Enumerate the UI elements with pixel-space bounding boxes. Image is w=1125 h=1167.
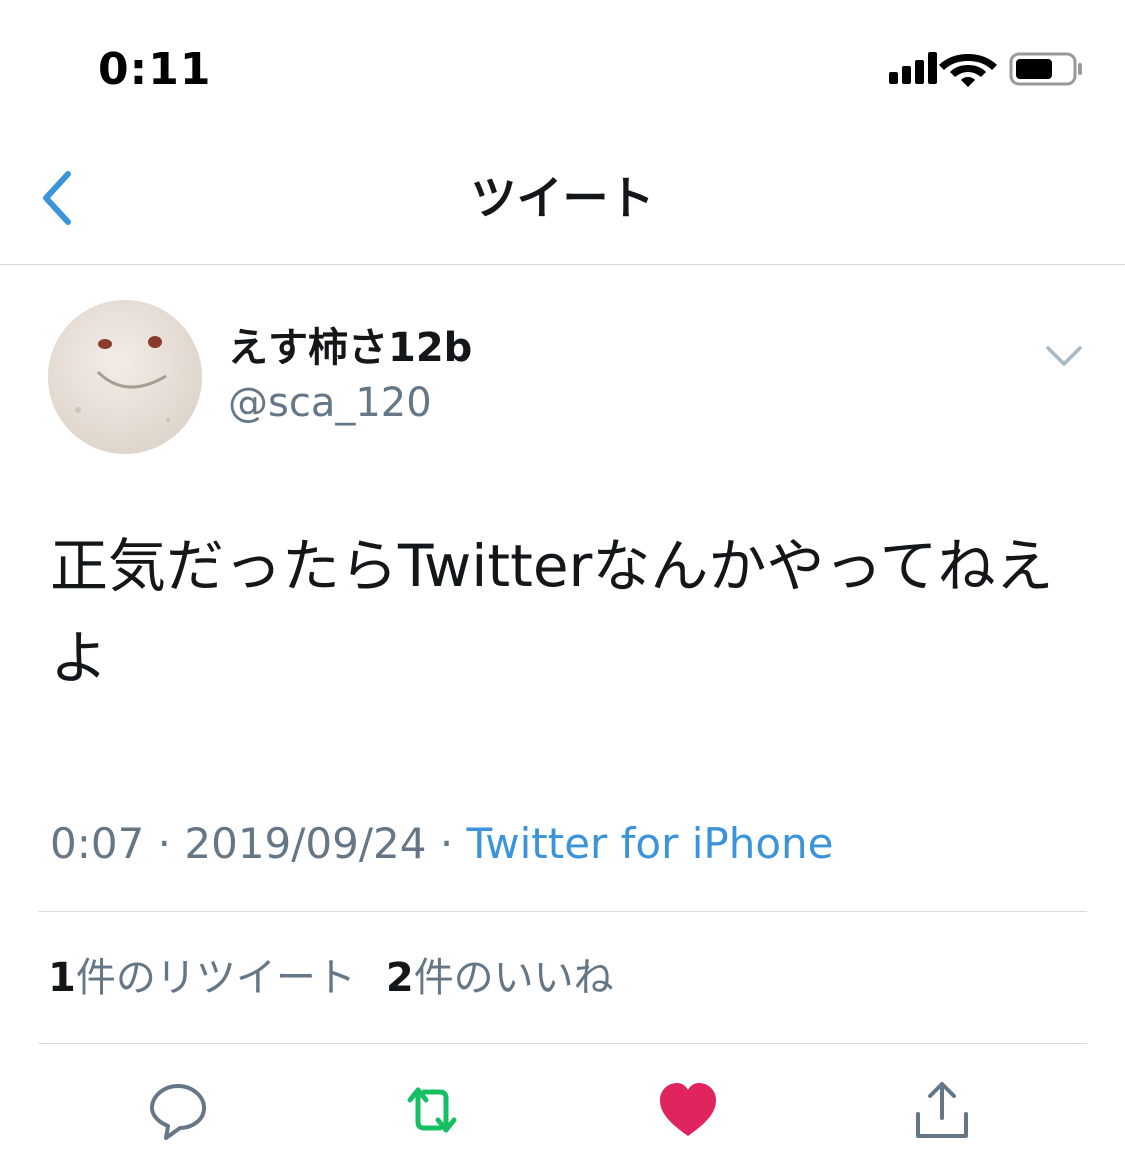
chevron-down-icon [1046, 346, 1082, 366]
tweet-meta: 0:07 · 2019/09/24 · Twitter for iPhone [50, 818, 834, 870]
reply-icon [150, 1084, 206, 1140]
share-button[interactable] [910, 1078, 974, 1142]
author-handle[interactable]: @sca_120 [228, 377, 432, 429]
like-count: 2 [385, 955, 414, 1001]
tweet-time: 0:07 [50, 819, 145, 868]
chevron-left-icon [43, 171, 71, 225]
retweet-label: 件のリツイート [75, 955, 356, 1001]
reply-button[interactable] [146, 1078, 210, 1142]
tweet-source-link[interactable]: Twitter for iPhone [467, 819, 834, 868]
like-stat[interactable]: 2件のいいね [386, 955, 614, 1001]
meta-separator: · [144, 819, 185, 868]
tweet-date: 2019/09/24 [184, 819, 427, 868]
divider [38, 911, 1087, 912]
wifi-icon [939, 54, 997, 87]
meta-separator: · [426, 819, 467, 868]
tweet-stats: 1件のリツイート 2件のいいね [48, 950, 644, 1006]
retweet-count: 1 [48, 955, 76, 1001]
nav-divider [0, 264, 1125, 265]
cellular-signal-icon [889, 52, 937, 84]
like-icon [660, 1083, 716, 1136]
status-icons [885, 48, 1085, 92]
tweet-options-button[interactable] [1044, 340, 1084, 372]
like-label: 件のいいね [413, 955, 614, 1001]
tweet-text: 正気だったらTwitterなんかやってねえよ [50, 532, 1054, 692]
share-icon [916, 1082, 968, 1138]
avatar-smiley-image [48, 300, 202, 454]
divider [38, 1043, 1087, 1044]
like-button[interactable] [656, 1078, 720, 1142]
status-time: 0:11 [98, 44, 212, 95]
author-display-name[interactable]: えす柿さ12b [228, 322, 472, 374]
battery-icon [1009, 52, 1082, 86]
page-title: ツイート [470, 171, 655, 225]
avatar[interactable] [48, 300, 202, 454]
retweet-button[interactable] [400, 1078, 464, 1142]
retweet-icon [407, 1087, 457, 1133]
retweet-stat[interactable]: 1件のリツイート [48, 955, 356, 1001]
back-button[interactable] [36, 168, 84, 228]
